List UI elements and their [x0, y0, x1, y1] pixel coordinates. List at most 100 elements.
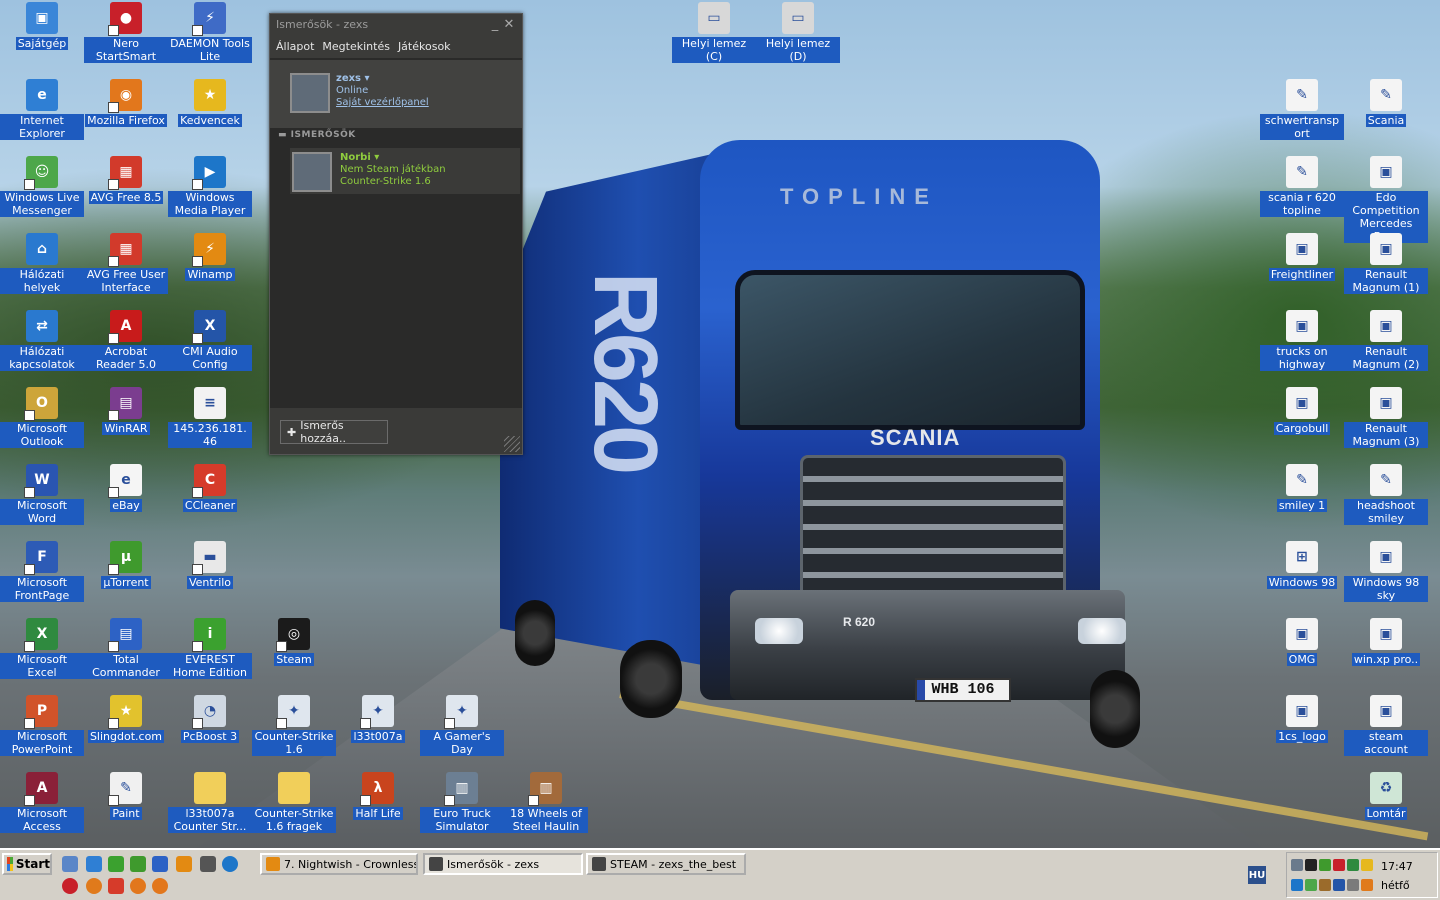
desktop-icon-cs_folder[interactable]: Counter-Strike 1.6 fragek	[252, 772, 336, 833]
messenger-tray-icon[interactable]	[1305, 879, 1317, 891]
desktop-icon-ccleaner[interactable]: C CCleaner	[168, 464, 252, 512]
desktop-icon-ventrilo[interactable]: ▬ Ventrilo	[168, 541, 252, 589]
desktop-icon-ip[interactable]: ≡ 145.236.181.46	[168, 387, 252, 448]
desktop-icon-18wheels[interactable]: ▥ 18 Wheels of Steel Haulin	[504, 772, 588, 833]
desktop-icon-firefox[interactable]: ◉ Mozilla Firefox	[84, 79, 168, 127]
menu-allapot[interactable]: Állapot	[276, 40, 314, 53]
excel-tray-icon[interactable]	[1347, 859, 1359, 871]
tray-icon[interactable]	[1361, 859, 1373, 871]
chevron-down-icon[interactable]: ▾	[374, 152, 379, 163]
clock-time[interactable]: 17:47	[1381, 860, 1413, 873]
winamp-icon[interactable]	[176, 856, 192, 872]
desktop-icon-acrobat[interactable]: A Acrobat Reader 5.0	[84, 310, 168, 371]
cmi-audio-tray-icon[interactable]	[1333, 879, 1345, 891]
desktop-icon-renault2[interactable]: ▣ Renault Magnum (2)	[1344, 310, 1428, 371]
my-avatar[interactable]	[290, 73, 330, 113]
desktop-icon-smiley1[interactable]: ✎ smiley 1	[1260, 464, 1344, 512]
control-panel-link[interactable]: Saját vezérlőpanel	[336, 97, 429, 108]
desktop-icon-helyi_d[interactable]: ▭ Helyi lemez (D)	[756, 2, 840, 63]
chevron-down-icon[interactable]: ▾	[365, 73, 370, 84]
desktop-icon-renault1[interactable]: ▣ Renault Magnum (1)	[1344, 233, 1428, 294]
friend-avatar[interactable]	[292, 152, 332, 192]
desktop-icon-outlook[interactable]: O Microsoft Outlook	[0, 387, 84, 448]
desktop-icon-winxp[interactable]: ▣ win.xp pro..	[1344, 618, 1428, 666]
menu-megtekintes[interactable]: Megtekintés	[322, 40, 390, 53]
desktop-icon-nero[interactable]: ● Nero StartSmart	[84, 2, 168, 63]
friends-window[interactable]: Ismerősök - zexs _ ✕ Állapot Megtekintés…	[269, 13, 523, 455]
desktop-icon-sajatgep[interactable]: ▣ Sajátgép	[0, 2, 84, 50]
daemon-tools-icon[interactable]	[86, 878, 102, 894]
desktop-icon-excel[interactable]: X Microsoft Excel	[0, 618, 84, 679]
desktop-icon-scania[interactable]: ✎ Scania	[1344, 79, 1428, 127]
desktop-icon-ebay[interactable]: e eBay	[84, 464, 168, 512]
add-friend-button[interactable]: ✚ Ismerős hozzáa..	[280, 419, 388, 445]
desktop-icon-access[interactable]: A Microsoft Access	[0, 772, 84, 833]
tray-icon[interactable]	[1319, 879, 1331, 891]
desktop-icon-ie[interactable]: e Internet Explorer	[0, 79, 84, 140]
minimize-button[interactable]: _	[488, 17, 502, 32]
desktop-icon-ets[interactable]: ▥ Euro Truck Simulator	[420, 772, 504, 833]
media-player-icon[interactable]	[222, 856, 238, 872]
desktop-icon-slingdot[interactable]: ★ Slingdot.com	[84, 695, 168, 743]
desktop-icon-omg[interactable]: ▣ OMG	[1260, 618, 1344, 666]
desktop-icon-freightliner[interactable]: ▣ Freightliner	[1260, 233, 1344, 281]
utorrent-icon[interactable]	[130, 856, 146, 872]
desktop-icon-avg[interactable]: ▦ AVG Free 8.5	[84, 156, 168, 204]
desktop-icon-steam_acc[interactable]: ▣ steam account	[1344, 695, 1428, 756]
desktop-icon-wmp[interactable]: ▶ Windows Media Player	[168, 156, 252, 217]
tray-icon[interactable]	[1361, 879, 1373, 891]
desktop-icon-utorrent[interactable]: µ µTorrent	[84, 541, 168, 589]
desktop-icon-cmi[interactable]: X CMI Audio Config	[168, 310, 252, 371]
desktop-icon-cs16[interactable]: ✦ Counter-Strike 1.6	[252, 695, 336, 756]
desktop-icon-cs_logo[interactable]: ▣ 1cs_logo	[1260, 695, 1344, 743]
desktop-icon-win98[interactable]: ⊞ Windows 98	[1260, 541, 1344, 589]
desktop-icon-halozati_kapcs[interactable]: ⇄ Hálózati kapcsolatok	[0, 310, 84, 371]
resize-grip[interactable]	[504, 436, 520, 452]
desktop-icon-avg_ui[interactable]: ▦ AVG Free User Interface	[84, 233, 168, 294]
language-indicator[interactable]: HU	[1248, 866, 1266, 884]
desktop-icon-scania_r620[interactable]: ✎ scania r 620 topline	[1260, 156, 1344, 217]
desktop-icon-everest[interactable]: i EVEREST Home Edition	[168, 618, 252, 679]
desktop-icon-renault3[interactable]: ▣ Renault Magnum (3)	[1344, 387, 1428, 448]
desktop-icon-wlm[interactable]: ☺ Windows Live Messenger	[0, 156, 84, 217]
daemon-tray-icon[interactable]	[1291, 879, 1303, 891]
desktop-icon-word[interactable]: W Microsoft Word	[0, 464, 84, 525]
desktop-icon-schwert[interactable]: ✎ schwertransport	[1260, 79, 1344, 140]
show-desktop-icon[interactable]	[62, 856, 78, 872]
desktop-icon-cargobull[interactable]: ▣ Cargobull	[1260, 387, 1344, 435]
desktop-icon-headshoot[interactable]: ✎ headshoot smiley	[1344, 464, 1428, 525]
firefox-icon[interactable]	[152, 878, 168, 894]
firefox-icon[interactable]	[130, 878, 146, 894]
desktop-icon-edo[interactable]: ▣Edo Competition Mercedes Be...	[1344, 156, 1428, 243]
everest-icon[interactable]	[108, 856, 124, 872]
menu-jatekosok[interactable]: Játékosok	[398, 40, 451, 53]
desktop-icon-trucks_hw[interactable]: ▣ trucks on highway	[1260, 310, 1344, 371]
internet-explorer-icon[interactable]	[86, 856, 102, 872]
desktop-icon-l33t_folder[interactable]: l33t007a Counter Str...	[168, 772, 252, 833]
desktop-icon-powerpoint[interactable]: P Microsoft PowerPoint	[0, 695, 84, 756]
taskbar-button-friends[interactable]: Ismerősök - zexs	[423, 853, 583, 875]
friend-name[interactable]: Norbi ▾	[340, 152, 379, 163]
close-button[interactable]: ✕	[502, 17, 516, 32]
ventrilo-icon[interactable]	[200, 856, 216, 872]
friends-titlebar[interactable]: Ismerősök - zexs _ ✕	[270, 14, 522, 34]
taskbar-button-steam[interactable]: STEAM - zexs_the_best	[586, 853, 746, 875]
steam-tray-icon[interactable]	[1305, 859, 1317, 871]
desktop-icon-l33t[interactable]: ✦ l33t007a	[336, 695, 420, 743]
desktop-icon-daemon[interactable]: ⚡ DAEMON Tools Lite	[168, 2, 252, 63]
avg-tray-icon[interactable]	[1333, 859, 1345, 871]
desktop-icon-pcboost[interactable]: ◔ PcBoost 3	[168, 695, 252, 743]
nero-icon[interactable]	[62, 878, 78, 894]
desktop-icon-gamersday[interactable]: ✦ A Gamer's Day	[420, 695, 504, 756]
desktop-icon-paint[interactable]: ✎ Paint	[84, 772, 168, 820]
desktop-icon-halflife[interactable]: λ Half Life	[336, 772, 420, 820]
desktop-icon-helyi_c[interactable]: ▭ Helyi lemez (C)	[672, 2, 756, 63]
friends-section-header[interactable]: ▬ ISMERŐSÖK	[278, 130, 356, 140]
desktop-icon-frontpage[interactable]: F Microsoft FrontPage	[0, 541, 84, 602]
taskbar-button-winamp[interactable]: 7. Nightwish - Crownless...	[260, 853, 418, 875]
desktop-icon-steam[interactable]: ◎ Steam	[252, 618, 336, 666]
desktop-icon-halozati_helyek[interactable]: ⌂ Hálózati helyek	[0, 233, 84, 294]
desktop-icon-kedvencek[interactable]: ★ Kedvencek	[168, 79, 252, 127]
utorrent-tray-icon[interactable]	[1319, 859, 1331, 871]
desktop-icon-win98sky[interactable]: ▣ Windows 98 sky	[1344, 541, 1428, 602]
